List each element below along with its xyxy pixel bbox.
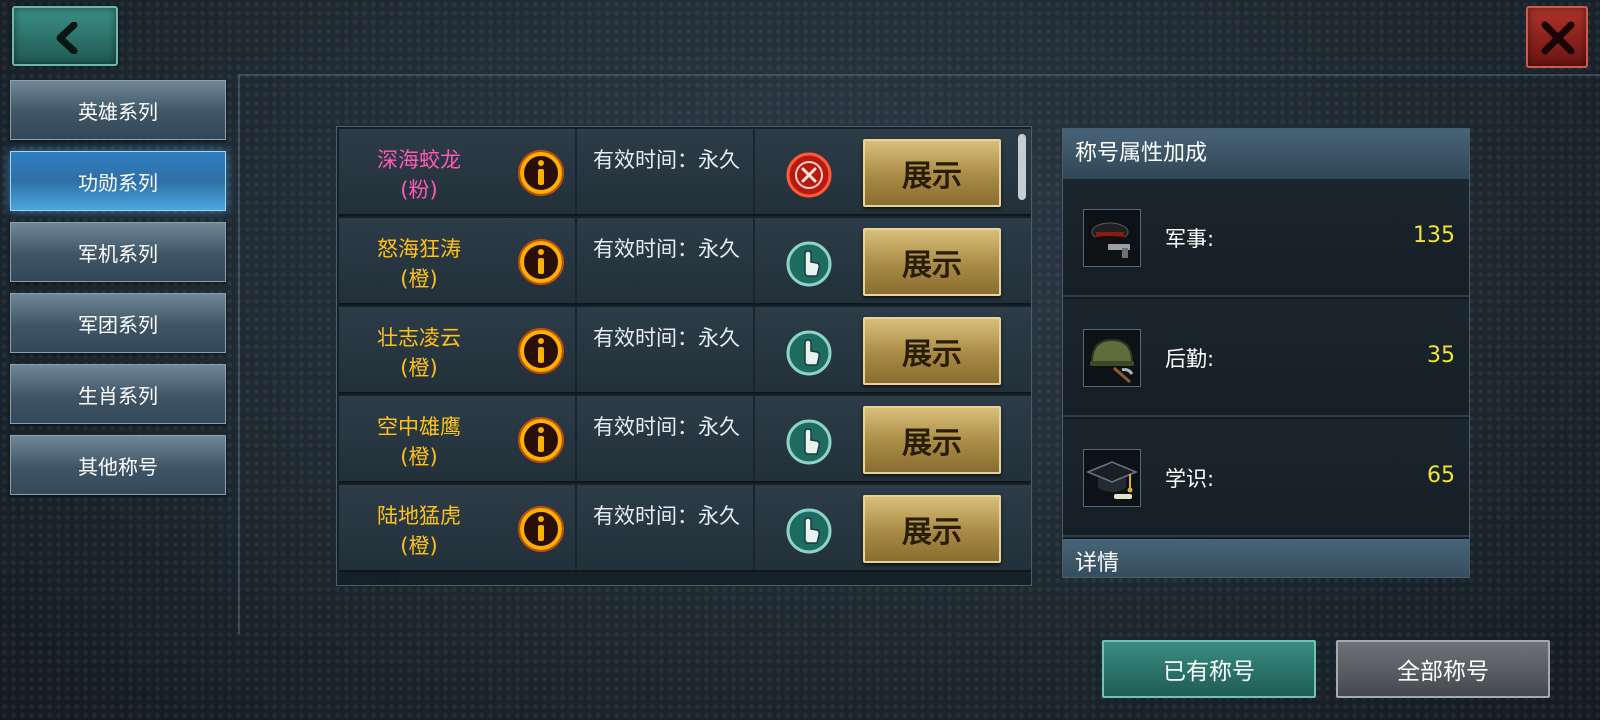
info-icon[interactable] xyxy=(517,416,565,464)
show-button[interactable]: 展示 xyxy=(863,406,1001,474)
title-grade: (橙) xyxy=(400,534,438,558)
attribute-header: 称号属性加成 xyxy=(1063,129,1469,179)
hand-pointer-icon[interactable] xyxy=(785,329,833,377)
title-name-cell: 深海蛟龙 (粉) xyxy=(339,129,577,214)
title-grade: (粉) xyxy=(400,178,438,202)
show-button[interactable]: 展示 xyxy=(863,495,1001,563)
attribute-bonus-panel: 称号属性加成 军事: 135 后勤: 35 学识: 65 详情 xyxy=(1062,128,1470,578)
detail-header: 详情 xyxy=(1063,539,1469,577)
info-icon[interactable] xyxy=(517,238,565,286)
title-name: 壮志凌云 (橙) xyxy=(339,323,499,383)
title-name: 空中雄鹰 (橙) xyxy=(339,412,499,472)
cancel-icon[interactable] xyxy=(785,151,833,199)
graduation-cap-icon xyxy=(1083,449,1141,507)
title-name-text: 壮志凌云 xyxy=(377,326,461,350)
title-name-cell: 壮志凌云 (橙) xyxy=(339,307,577,392)
attribute-value: 35 xyxy=(1427,343,1455,368)
title-row: 陆地猛虎 (橙) 有效时间：永久 展示 xyxy=(339,485,1031,572)
title-row: 深海蛟龙 (粉) 有效时间：永久 展示 xyxy=(339,129,1031,216)
attribute-value: 135 xyxy=(1413,223,1455,248)
attribute-label: 军事: xyxy=(1165,227,1215,251)
sidebar-item-zodiac-series[interactable]: 生肖系列 xyxy=(10,364,226,424)
title-grade: (橙) xyxy=(400,445,438,469)
title-name-text: 空中雄鹰 xyxy=(377,415,461,439)
title-name-cell: 陆地猛虎 (橙) xyxy=(339,485,577,570)
attribute-row-military: 军事: 135 xyxy=(1063,179,1469,297)
sidebar-item-legion-series[interactable]: 军团系列 xyxy=(10,293,226,353)
title-name: 怒海狂涛 (橙) xyxy=(339,234,499,294)
title-name: 深海蛟龙 (粉) xyxy=(339,145,499,205)
all-titles-button[interactable]: 全部称号 xyxy=(1336,640,1550,698)
title-name-cell: 空中雄鹰 (橙) xyxy=(339,396,577,481)
show-button[interactable]: 展示 xyxy=(863,228,1001,296)
info-icon[interactable] xyxy=(517,327,565,375)
title-grade: (橙) xyxy=(400,356,438,380)
back-button[interactable] xyxy=(12,6,118,66)
info-icon[interactable] xyxy=(517,149,565,197)
helmet-pickaxe-icon xyxy=(1083,329,1141,387)
show-button[interactable]: 展示 xyxy=(863,139,1001,207)
title-list[interactable]: 深海蛟龙 (粉) 有效时间：永久 展示 怒海狂涛 (橙) 有效时间：永久 展示 … xyxy=(336,126,1032,586)
title-name-text: 怒海狂涛 xyxy=(377,237,461,261)
title-name: 陆地猛虎 (橙) xyxy=(339,501,499,561)
title-name-text: 深海蛟龙 xyxy=(377,148,461,172)
title-name-text: 陆地猛虎 xyxy=(377,504,461,528)
divider xyxy=(240,74,1600,76)
close-x-icon xyxy=(1541,21,1575,55)
duration-text: 有效时间：永久 xyxy=(579,485,755,570)
attribute-label: 后勤: xyxy=(1165,347,1215,371)
attribute-row-knowledge: 学识: 65 xyxy=(1063,419,1469,537)
duration-text: 有效时间：永久 xyxy=(579,307,755,392)
officer-cap-pistol-icon xyxy=(1083,209,1141,267)
hand-pointer-icon[interactable] xyxy=(785,418,833,466)
hand-pointer-icon[interactable] xyxy=(785,507,833,555)
close-button[interactable] xyxy=(1526,6,1588,68)
title-grade: (橙) xyxy=(400,267,438,291)
info-icon[interactable] xyxy=(517,505,565,553)
attribute-label: 学识: xyxy=(1165,467,1215,491)
attribute-value: 65 xyxy=(1427,463,1455,488)
sidebar-item-merit-series[interactable]: 功勋系列 xyxy=(10,151,226,211)
duration-text: 有效时间：永久 xyxy=(579,129,755,214)
duration-text: 有效时间：永久 xyxy=(579,396,755,481)
title-name-cell: 怒海狂涛 (橙) xyxy=(339,218,577,303)
chevron-left-icon xyxy=(56,22,78,54)
sidebar-item-other-titles[interactable]: 其他称号 xyxy=(10,435,226,495)
owned-titles-button[interactable]: 已有称号 xyxy=(1102,640,1316,698)
title-row: 空中雄鹰 (橙) 有效时间：永久 展示 xyxy=(339,396,1031,483)
show-button[interactable]: 展示 xyxy=(863,317,1001,385)
sidebar-item-aircraft-series[interactable]: 军机系列 xyxy=(10,222,226,282)
title-row: 怒海狂涛 (橙) 有效时间：永久 展示 xyxy=(339,218,1031,305)
title-row: 壮志凌云 (橙) 有效时间：永久 展示 xyxy=(339,307,1031,394)
sidebar-item-hero-series[interactable]: 英雄系列 xyxy=(10,80,226,140)
list-scrollbar[interactable] xyxy=(1018,134,1026,200)
attribute-row-logistics: 后勤: 35 xyxy=(1063,299,1469,417)
duration-text: 有效时间：永久 xyxy=(579,218,755,303)
hand-pointer-icon[interactable] xyxy=(785,240,833,288)
